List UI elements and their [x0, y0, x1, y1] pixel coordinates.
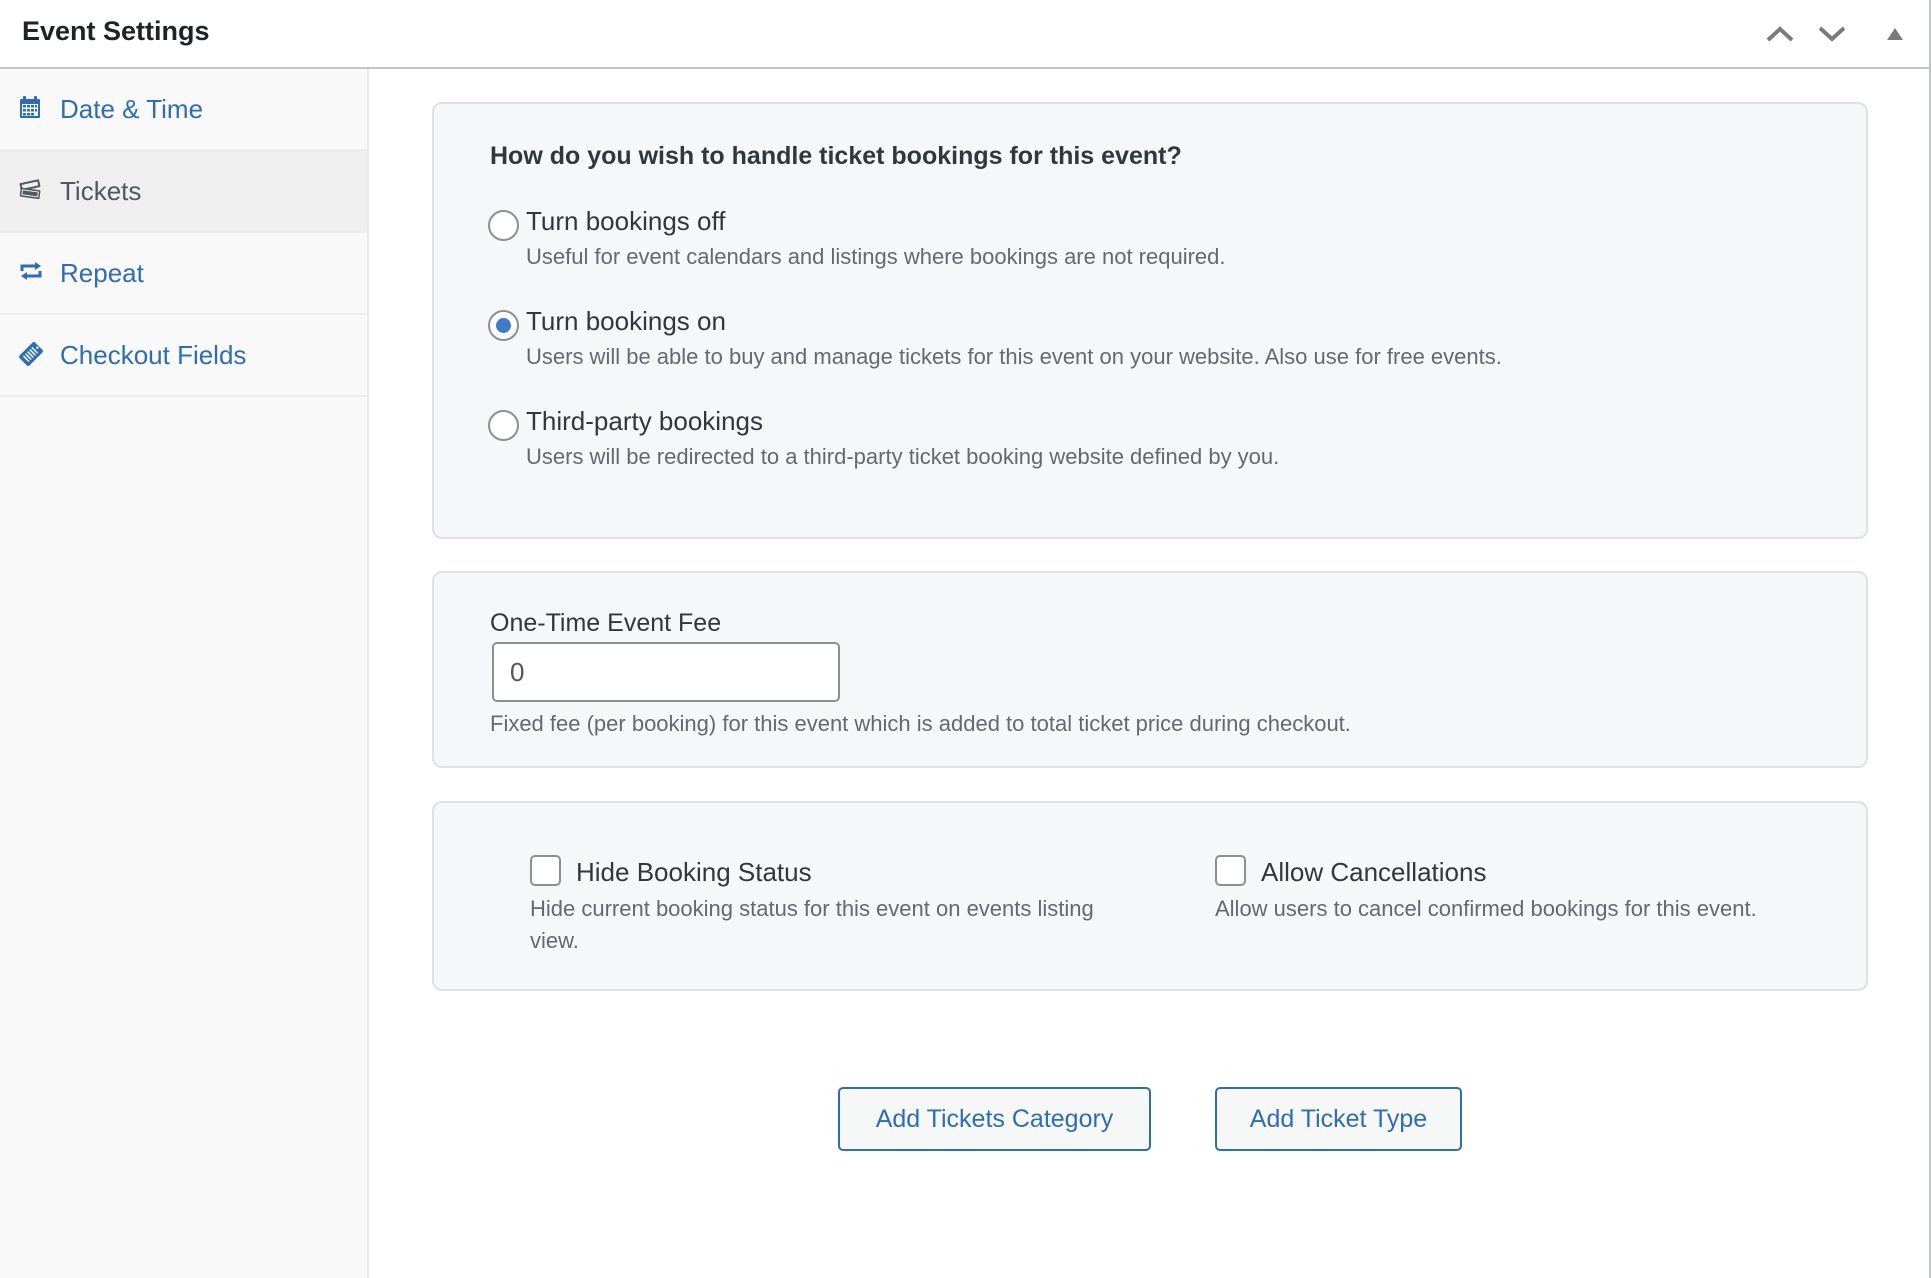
- booking-on-radio[interactable]: [488, 310, 519, 341]
- tickets-icon: [19, 179, 41, 200]
- booking-off-radio[interactable]: [488, 210, 519, 241]
- page-title: Event Settings: [22, 16, 210, 46]
- sidebar-item-label: Tickets: [60, 175, 142, 206]
- move-up-button[interactable]: [1760, 14, 1800, 54]
- sidebar-item-date-time[interactable]: Date & Time: [0, 69, 367, 151]
- add-tickets-category-button[interactable]: Add Tickets Category: [838, 1087, 1151, 1151]
- hide-booking-status-checkbox[interactable]: [530, 855, 561, 886]
- sidebar-item-label: Date & Time: [60, 93, 204, 124]
- event-fee-input[interactable]: [492, 642, 840, 702]
- add-ticket-type-button[interactable]: Add Ticket Type: [1215, 1087, 1462, 1151]
- fee-description: Fixed fee (per booking) for this event w…: [490, 711, 1351, 736]
- booking-mode-question: How do you wish to handle ticket booking…: [490, 142, 1182, 170]
- metabox-header: Event Settings: [0, 0, 1929, 69]
- calendar-icon: [20, 96, 40, 118]
- sidebar-item-checkout-fields[interactable]: Checkout Fields: [0, 315, 367, 397]
- fee-label: One-Time Event Fee: [490, 609, 722, 637]
- radio-label[interactable]: Turn bookings on: [526, 306, 726, 337]
- checkbox-label[interactable]: Allow Cancellations: [1261, 857, 1486, 888]
- move-down-button[interactable]: [1812, 14, 1852, 54]
- sidebar-item-repeat[interactable]: Repeat: [0, 233, 367, 315]
- event-settings-metabox: Event Settings Date & Time Tickets Repea…: [0, 0, 1931, 1278]
- allow-cancellations-checkbox[interactable]: [1215, 855, 1246, 886]
- toggle-panel-button[interactable]: [1875, 14, 1915, 54]
- radio-description: Users will be redirected to a third-part…: [526, 444, 1280, 469]
- checkbox-description: Hide current booking status for this eve…: [530, 896, 1094, 953]
- booking-options-panel: Hide Booking Status Hide current booking…: [432, 801, 1868, 991]
- clipboard-tag-icon: [19, 342, 43, 366]
- checkbox-label[interactable]: Hide Booking Status: [576, 857, 812, 888]
- third-party-bookings-radio[interactable]: [488, 410, 519, 441]
- settings-sidebar: Date & Time Tickets Repeat Checkout Fiel…: [0, 69, 369, 1278]
- radio-description: Users will be able to buy and manage tic…: [526, 344, 1502, 369]
- sidebar-item-label: Repeat: [60, 257, 144, 288]
- radio-label[interactable]: Third-party bookings: [526, 406, 763, 437]
- booking-mode-panel: How do you wish to handle ticket booking…: [432, 102, 1868, 539]
- repeat-icon: [20, 262, 42, 280]
- event-fee-panel: One-Time Event Fee Fixed fee (per bookin…: [432, 571, 1868, 768]
- triangle-up-icon: [1887, 28, 1903, 40]
- radio-description: Useful for event calendars and listings …: [526, 244, 1226, 269]
- sidebar-item-tickets[interactable]: Tickets: [0, 151, 367, 233]
- radio-label[interactable]: Turn bookings off: [526, 206, 725, 237]
- checkbox-description: Allow users to cancel confirmed bookings…: [1215, 896, 1757, 921]
- chevron-up-icon: [1766, 26, 1794, 42]
- sidebar-item-label: Checkout Fields: [60, 339, 247, 370]
- chevron-down-icon: [1818, 26, 1846, 42]
